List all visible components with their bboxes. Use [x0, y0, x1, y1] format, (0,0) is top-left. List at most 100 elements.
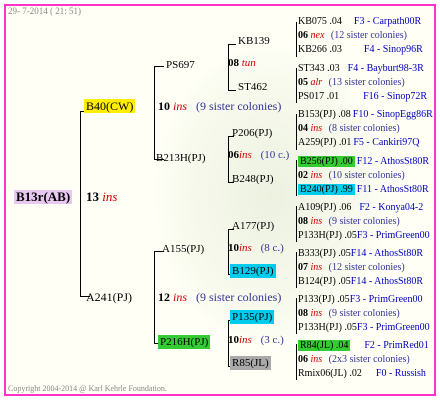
g4-1-id3[interactable]: PS017 .01	[298, 91, 339, 102]
g4-2-f3: F5 - Cankiri97Q	[353, 137, 420, 148]
g4-3-id1[interactable]: B256(PJ) .00	[298, 156, 355, 167]
g1-top-queen[interactable]: B40(CW)	[84, 99, 136, 113]
g4-1-line3: PS017 .01 F16 - Sinop72R	[298, 90, 427, 104]
g3-b1-queen[interactable]: P206(PJ)	[232, 126, 272, 140]
tree-line	[154, 66, 164, 67]
g2-d-num: 10	[228, 334, 239, 346]
tree-line	[228, 44, 236, 45]
g4-1-id1[interactable]: ST343 .03	[298, 63, 340, 74]
g4-2-tag: ins	[310, 123, 323, 134]
g4-7-f1: F2 - PrimRed01	[364, 340, 429, 351]
g4-4-line1: A109(PJ) .06 F2 - Konya04-2	[298, 201, 423, 215]
g4-6-id1[interactable]: P133(PJ) .05	[298, 294, 350, 305]
g4-6-line3: P133H(PJ) .05F3 - PrimGreen00	[298, 321, 430, 335]
tree-line	[296, 68, 297, 103]
g4-2-num: 04	[298, 123, 308, 134]
g2-b-num: 06	[228, 149, 239, 161]
g2-c-queen[interactable]: A155(PJ)	[162, 242, 204, 256]
g4-0-f3: F4 - Sinop96R	[363, 44, 423, 55]
g4-5-id3[interactable]: B124(PJ) .05	[298, 276, 351, 287]
tree-line	[296, 344, 297, 380]
g4-5-num: 07	[298, 262, 308, 273]
g3-d1-queen[interactable]: P135(PJ)	[230, 310, 275, 324]
g2-b-label: 06ins (10 c.)	[228, 148, 289, 162]
g2-a-queen[interactable]: PS697	[166, 58, 195, 72]
tree-line	[296, 22, 297, 57]
g4-3-num: 02	[298, 170, 308, 181]
g3-b2-queen[interactable]: B248(PJ)	[232, 172, 274, 186]
g1-bottom-label: 12 ins (9 sister colonies)	[158, 290, 281, 304]
g4-5-line2: 07 ins (12 sister colonies)	[298, 261, 405, 275]
g4-2-id1[interactable]: B153(PJ) .08	[298, 109, 351, 120]
g4-6-id3[interactable]: P133H(PJ) .05	[298, 322, 357, 333]
g1-bottom-num: 12	[158, 290, 170, 304]
g4-2-id3[interactable]: A259(PJ) .01	[298, 137, 351, 148]
g4-6-num: 08	[298, 308, 308, 319]
g2-d-queen[interactable]: P216H(PJ)	[158, 335, 211, 349]
g4-7-line2: 06 ins (2x3 sister colonies)	[298, 353, 410, 367]
g2-c-num: 10	[228, 242, 239, 254]
g4-1-line2: 05 alr (13 sister colonies)	[298, 76, 405, 90]
g4-6-tag: ins	[310, 308, 323, 319]
g1-bottom-queen[interactable]: A241(PJ)	[86, 290, 132, 304]
g4-7-id3[interactable]: Rmix06(JL) .02	[298, 368, 362, 379]
g3-a2-queen[interactable]: ST462	[238, 80, 267, 94]
g2-b-sisters: (10 c.)	[260, 149, 290, 161]
g2-a-num: 08	[228, 57, 239, 69]
g4-4-id3[interactable]: P133H(PJ) .05	[298, 230, 357, 241]
g3-a1-queen[interactable]: KB139	[238, 34, 270, 48]
pedigree-frame: 29- 7-2014 ( 21: 51) B13r(AB) 13 ins B40…	[4, 4, 436, 396]
g4-1-sis: (13 sister colonies)	[328, 77, 405, 88]
g4-0-tag: nex	[310, 30, 325, 41]
g4-5-sis: (12 sister colonies)	[328, 262, 405, 273]
g4-3-line1: B256(PJ) .00 F12 - AthosSt80R	[298, 155, 429, 169]
g4-3-sis: (10 sister colonies)	[328, 170, 405, 181]
g4-4-line3: P133H(PJ) .05F3 - PrimGreen00	[298, 229, 430, 243]
g4-3-tag: ins	[310, 170, 323, 181]
g4-1-line1: ST343 .03 F4 - Bayburt98-3R	[298, 62, 424, 76]
g4-4-sis: (9 sister colonies)	[328, 216, 400, 227]
g2-a-tag: tun	[241, 57, 256, 69]
g4-6-sis: (9 sister colonies)	[328, 308, 400, 319]
g4-0-num: 06	[298, 30, 308, 41]
g4-2-sis: (8 sister colonies)	[328, 123, 400, 134]
g4-2-f1: F10 - SinopEgg86R	[352, 109, 433, 120]
g4-7-line3: Rmix06(JL) .02 F0 - Russish	[298, 367, 426, 381]
g3-d2-queen[interactable]: R85(JL)	[230, 356, 271, 370]
g1-top-num: 10	[158, 99, 170, 113]
g4-5-line1: B333(PJ) .05F14 - AthosSt80R	[298, 247, 423, 261]
g4-6-f3: F3 - PrimGreen00	[356, 322, 430, 333]
g1-top-label: 10 ins (9 sister colonies)	[158, 99, 281, 113]
root-queen[interactable]: B13r(AB)	[14, 190, 73, 204]
g4-5-id1[interactable]: B333(PJ) .05	[298, 248, 351, 259]
g4-4-tag: ins	[310, 216, 323, 227]
footer-copyright: Copyright 2004-2014 @ Karl Kehrle Founda…	[8, 384, 167, 393]
g4-7-line1: R84(JL) .04 F2 - PrimRed01	[298, 339, 429, 353]
root-label: 13 ins	[86, 190, 117, 204]
root-tag: ins	[102, 189, 118, 204]
g2-c-label: 10ins (8 c.)	[228, 241, 284, 255]
g4-7-f3: F0 - Russish	[375, 368, 426, 379]
g4-0-line3: KB266 .03 F4 - Sinop96R	[298, 43, 423, 57]
g4-1-tag: alr	[310, 77, 323, 88]
g1-top-sisters: (9 sister colonies)	[196, 99, 282, 113]
g1-top-tag: ins	[173, 99, 188, 113]
g4-7-sis: (2x3 sister colonies)	[328, 354, 410, 365]
g4-4-num: 08	[298, 216, 308, 227]
g2-d-label: 10ins (3 c.)	[228, 333, 284, 347]
g4-0-id3[interactable]: KB266 .03	[298, 44, 342, 55]
root-num: 13	[86, 189, 99, 204]
g4-6-line1: P133(PJ) .05F3 - PrimGreen00	[298, 293, 422, 307]
tree-line	[228, 90, 236, 91]
g4-0-id1[interactable]: KB075 .04	[298, 16, 342, 27]
g4-0-sis: (12 sister colonies)	[330, 30, 407, 41]
g4-3-f3: F11 - AthosSt80R	[356, 184, 429, 195]
g3-c2-queen[interactable]: B129(PJ)	[230, 264, 276, 278]
g2-b-queen[interactable]: B213H(PJ)	[156, 151, 206, 165]
g3-c1-queen[interactable]: A177(PJ)	[232, 219, 274, 233]
g4-4-line2: 08 ins (9 sister colonies)	[298, 215, 400, 229]
g4-4-id1[interactable]: A109(PJ) .06	[298, 202, 351, 213]
g4-7-id1[interactable]: R84(JL) .04	[298, 340, 351, 351]
tree-line	[296, 206, 297, 242]
g4-3-id3[interactable]: B240(PJ) .99	[298, 184, 355, 195]
